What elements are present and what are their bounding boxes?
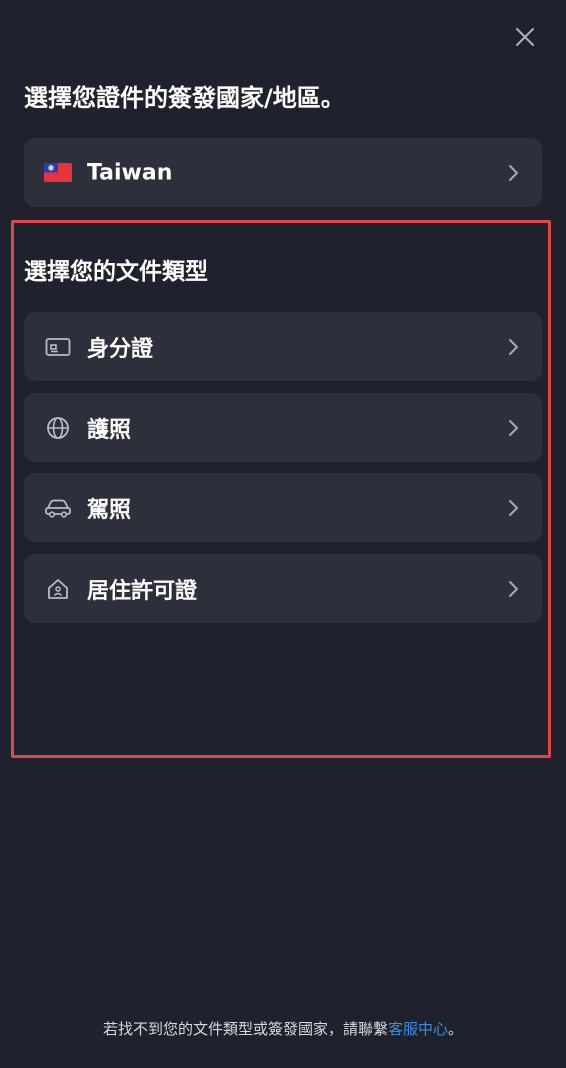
house-icon — [44, 577, 72, 601]
document-option-label: 身分證 — [87, 336, 154, 362]
footer-text: 若找不到您的文件類型或簽發國家，請聯繫 — [102, 1020, 388, 1038]
help-footer: 若找不到您的文件類型或簽發國家，請聯繫客服中心。 — [0, 1018, 566, 1039]
document-option-residence-permit[interactable]: 居住許可證 — [24, 554, 542, 623]
document-option-passport[interactable]: 護照 — [24, 393, 542, 462]
customer-service-link[interactable]: 客服中心 — [388, 1020, 448, 1038]
chevron-right-icon — [506, 163, 520, 183]
country-heading: 選擇您證件的簽發國家/地區。 — [24, 84, 345, 112]
chevron-right-icon — [506, 579, 520, 599]
document-option-id-card[interactable]: 身分證 — [24, 312, 542, 381]
id-card-icon — [44, 335, 72, 359]
car-icon — [44, 496, 72, 520]
footer-suffix: 。 — [448, 1020, 464, 1038]
chevron-right-icon — [506, 337, 520, 357]
country-name: Taiwan — [87, 160, 173, 185]
globe-icon — [44, 416, 72, 440]
chevron-right-icon — [506, 498, 520, 518]
close-icon — [516, 28, 534, 46]
chevron-right-icon — [506, 418, 520, 438]
document-type-heading: 選擇您的文件類型 — [24, 259, 208, 285]
country-selector[interactable]: Taiwan — [24, 138, 542, 207]
taiwan-flag-icon — [44, 161, 72, 185]
document-option-label: 駕照 — [87, 497, 132, 523]
document-option-driver-license[interactable]: 駕照 — [24, 473, 542, 542]
document-option-label: 護照 — [87, 417, 132, 443]
document-option-label: 居住許可證 — [87, 578, 198, 604]
close-button[interactable] — [510, 22, 540, 52]
